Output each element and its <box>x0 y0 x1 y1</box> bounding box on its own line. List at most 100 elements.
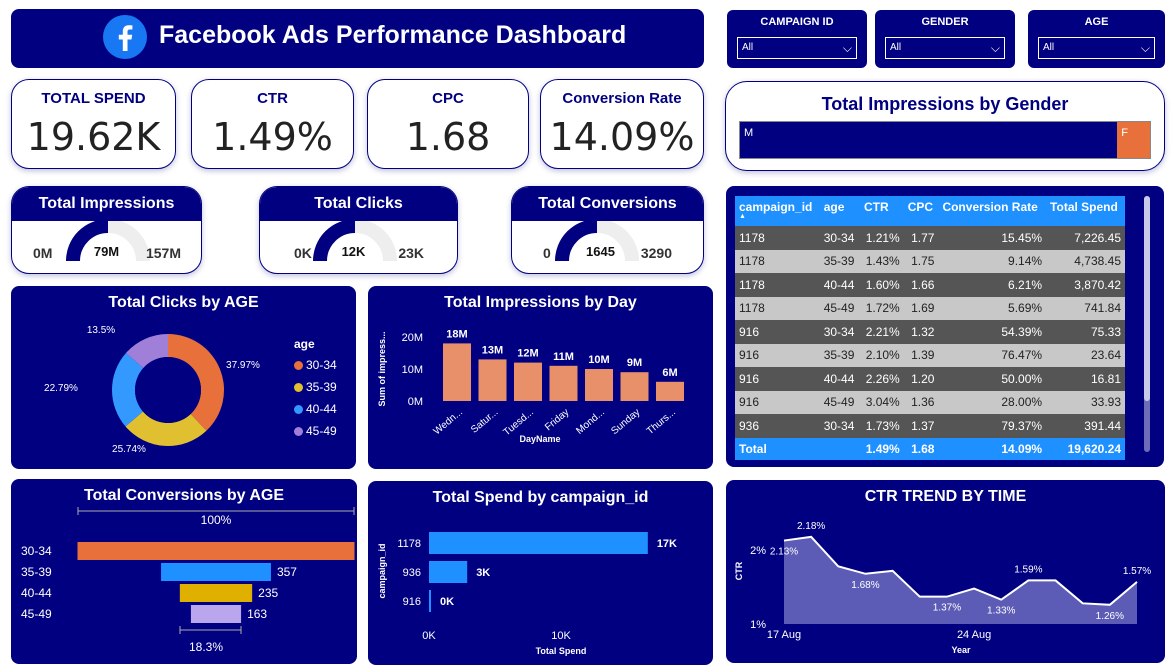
table-cell: 15.45% <box>938 226 1047 250</box>
gauge-title: Total Impressions <box>12 187 201 221</box>
col-ctr[interactable]: CTR <box>859 196 904 226</box>
table-header-row: campaign_id ▲ age CTR CPC Conversion Rat… <box>735 196 1125 226</box>
point-data-label: 2.13% <box>770 547 798 558</box>
bar-data-label: 10M <box>588 354 609 366</box>
table-row[interactable]: 916 35-39 2.10% 1.39 76.47% 23.64 <box>735 343 1125 367</box>
point-data-label: 1.59% <box>1014 564 1042 575</box>
legend-dot-icon <box>294 360 303 370</box>
impressions-by-day-panel: Total Impressions by Day 0M 10M 20M 18M Wedn… <box>368 286 713 469</box>
donut-hole <box>135 357 201 423</box>
legend-label: 35-39 <box>306 380 337 394</box>
campaign-id-slicer[interactable]: CAMPAIGN ID All ⌵ <box>727 10 867 68</box>
funnel-bottom-label: 18.3% <box>189 640 223 654</box>
table-row[interactable]: 1178 30-34 1.21% 1.77 15.45% 7,226.45 <box>735 226 1125 250</box>
table-cell: 35-39 <box>819 249 860 273</box>
table-cell: 1.39 <box>903 343 939 367</box>
funnel-top-label: 100% <box>201 513 232 527</box>
table-cell: 1.66 <box>903 273 939 297</box>
x-tick-label: 0K <box>422 630 436 642</box>
kpi-conversion-rate: Conversion Rate 14.09% <box>540 79 704 169</box>
age-slicer[interactable]: AGE All ⌵ <box>1028 10 1165 68</box>
table-row[interactable]: 1178 35-39 1.43% 1.75 9.14% 4,738.45 <box>735 249 1125 273</box>
funnel-bar-45-49[interactable] <box>190 605 242 623</box>
kpi-value: 1.49% <box>212 115 333 159</box>
kpi-total-spend: TOTAL SPEND 19.62K <box>11 79 176 169</box>
legend-item[interactable]: 45-49 <box>294 420 337 442</box>
bar-1[interactable] <box>478 359 507 401</box>
bar-campaign-916[interactable] <box>429 590 431 612</box>
bar-5[interactable] <box>620 372 649 401</box>
legend-item[interactable]: 35-39 <box>294 376 337 398</box>
gauge-value: 1645 <box>586 244 615 259</box>
bar-3[interactable] <box>549 365 578 401</box>
table-cell: 391.44 <box>1046 414 1125 438</box>
gender-segment-f[interactable]: F <box>1117 122 1150 158</box>
funnel-bar-40-44[interactable] <box>179 584 253 602</box>
col-campaign-id[interactable]: campaign_id ▲ <box>735 196 820 226</box>
col-conversion-rate[interactable]: Conversion Rate <box>938 196 1047 226</box>
table-cell: 33.93 <box>1046 390 1125 414</box>
funnel-value-label: 357 <box>277 565 297 579</box>
gender-slicer[interactable]: GENDER All ⌵ <box>875 10 1015 68</box>
clicks-by-age-panel: Total Clicks by AGE 37.97% 25.74% 22.79% 13… <box>11 286 356 469</box>
table-cell: 1.75 <box>903 249 939 273</box>
table-row[interactable]: 1178 45-49 1.72% 1.69 5.69% 741.84 <box>735 296 1125 320</box>
table-cell: 3,870.42 <box>1046 273 1125 297</box>
table-row[interactable]: 916 45-49 3.04% 1.36 28.00% 33.93 <box>735 390 1125 414</box>
scrollbar-thumb[interactable] <box>1144 196 1150 401</box>
col-age[interactable]: age <box>819 196 860 226</box>
table-cell: 40-44 <box>819 367 860 391</box>
table-cell: 2.26% <box>859 367 904 391</box>
table-cell: 5.69% <box>938 296 1047 320</box>
page-title: Facebook Ads Performance Dashboard <box>159 21 627 49</box>
point-data-label: 2.18% <box>797 521 825 532</box>
col-total-spend[interactable]: Total Spend <box>1046 196 1125 226</box>
table-cell: 1.32 <box>903 320 939 344</box>
table-cell: 2.10% <box>859 343 904 367</box>
x-tick-label: 24 Aug <box>957 629 991 641</box>
chevron-down-icon: ⌵ <box>990 41 1000 55</box>
point-data-label: 1.57% <box>1123 566 1151 577</box>
table-cell: 1.77 <box>903 226 939 250</box>
y-axis-title: Sum of impress... <box>377 331 387 406</box>
legend-item[interactable]: 40-44 <box>294 398 337 420</box>
kpi-label: TOTAL SPEND <box>41 90 146 107</box>
gender-segment-m[interactable]: M <box>740 122 1118 158</box>
age-dropdown[interactable]: All ⌵ <box>1038 37 1155 59</box>
table-row[interactable]: 1178 40-44 1.60% 1.66 6.21% 3,870.42 <box>735 273 1125 297</box>
table-cell: 1.21% <box>859 226 904 250</box>
chart-title: Total Spend by campaign_id <box>432 489 649 506</box>
table-cell: 30-34 <box>819 414 860 438</box>
bar-campaign-936[interactable] <box>429 561 468 583</box>
gauge-max: 157M <box>145 245 181 261</box>
bar-0[interactable] <box>443 343 471 401</box>
table-cell: 1.37 <box>903 414 939 438</box>
campaign-id-dropdown[interactable]: All ⌵ <box>737 37 857 59</box>
table-cell: 936 <box>735 414 820 438</box>
slicer-value: All <box>890 42 902 53</box>
gauge-total-impressions: Total Impressions 0M 79M 157M <box>11 186 202 274</box>
gender-dropdown[interactable]: All ⌵ <box>885 37 1005 59</box>
conversions-funnel-chart: 100% 30-34 35-39 357 40-44 235 45-49 163 18.3% <box>21 507 355 654</box>
bar-2[interactable] <box>514 362 542 401</box>
table-cell: 1.20 <box>903 367 939 391</box>
bar-6[interactable] <box>656 381 684 401</box>
legend-item[interactable]: 30-34 <box>294 354 337 376</box>
funnel-category-label: 35-39 <box>21 565 52 579</box>
gauge-value: 12K <box>341 244 366 259</box>
table-scrollbar[interactable] <box>1144 196 1150 452</box>
funnel-bar-30-34[interactable] <box>77 542 355 560</box>
col-cpc[interactable]: CPC <box>903 196 939 226</box>
bar-4[interactable] <box>585 369 613 401</box>
table-cell: 45-49 <box>819 296 860 320</box>
slice-data-label: 13.5% <box>87 325 115 336</box>
table-cell: 30-34 <box>819 320 860 344</box>
bar-campaign-1178[interactable] <box>429 532 648 554</box>
ctr-trend-chart: 2.13% 2.18% 1.68% 1.37% 1.33% 1.59% 1.26% 1.57%… <box>734 521 1151 655</box>
spend-by-campaign-panel: Total Spend by campaign_id 1178 17K 936 3K 9… <box>368 481 713 665</box>
x-tick-label: Satur... <box>469 407 500 436</box>
funnel-bar-35-39[interactable] <box>161 563 271 581</box>
table-row[interactable]: 916 40-44 2.26% 1.20 50.00% 16.81 <box>735 367 1125 391</box>
table-row[interactable]: 916 30-34 2.21% 1.32 54.39% 75.33 <box>735 320 1125 344</box>
table-row[interactable]: 936 30-34 1.73% 1.37 79.37% 391.44 <box>735 414 1125 438</box>
